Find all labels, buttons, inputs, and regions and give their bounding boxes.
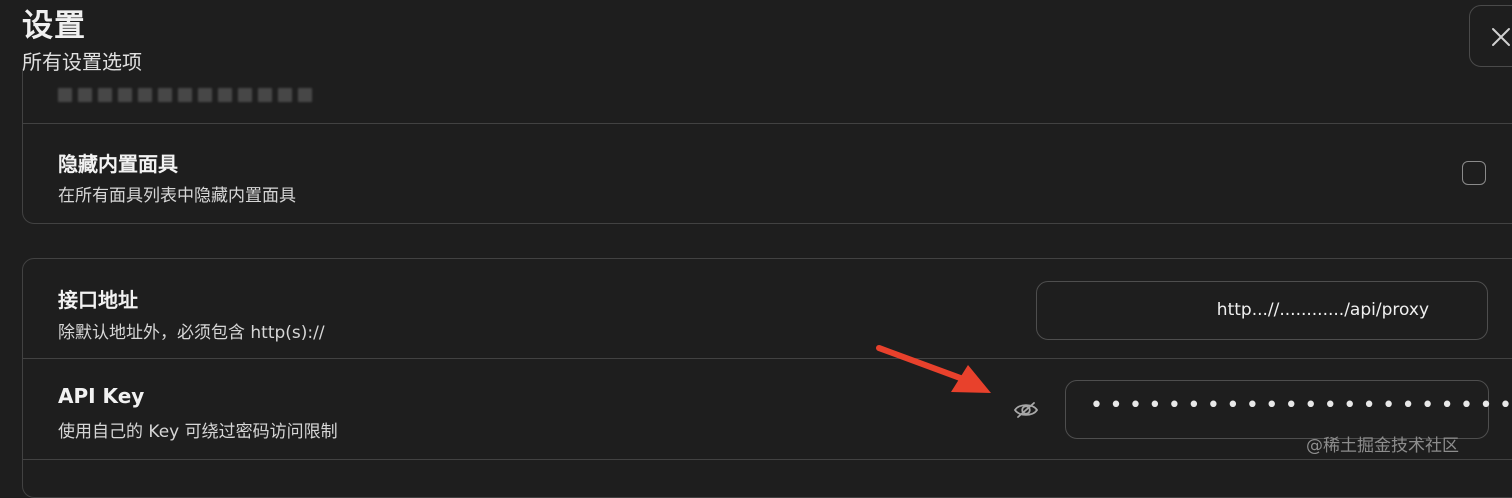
row-divider	[22, 459, 1512, 460]
row-divider	[22, 123, 1512, 124]
endpoint-title: 接口地址	[58, 288, 138, 312]
api-key-title: API Key	[58, 384, 145, 408]
close-button[interactable]	[1469, 5, 1512, 67]
close-icon	[1492, 28, 1510, 46]
page-title: 设置	[22, 8, 86, 44]
watermark-text: @稀土掘金技术社区	[1306, 436, 1459, 456]
api-key-masked-value: ••••••••••••••••••••••	[1090, 393, 1512, 418]
hide-masks-title: 隐藏内置面具	[58, 152, 178, 176]
row-divider	[22, 358, 1512, 359]
endpoint-description: 除默认地址外，必须包含 http(s)://	[58, 323, 325, 343]
red-arrow	[876, 345, 991, 393]
hide-masks-description: 在所有面具列表中隐藏内置面具	[58, 186, 296, 206]
hide-masks-checkbox[interactable]	[1462, 161, 1486, 185]
scrolled-setting-row	[58, 88, 318, 102]
eye-off-icon[interactable]	[1012, 396, 1040, 424]
endpoint-input[interactable]: http...//............/api/proxy	[1036, 281, 1488, 340]
endpoint-value: http...//............/api/proxy	[1216, 300, 1429, 320]
api-key-description: 使用自己的 Key 可绕过密码访问限制	[58, 422, 338, 442]
